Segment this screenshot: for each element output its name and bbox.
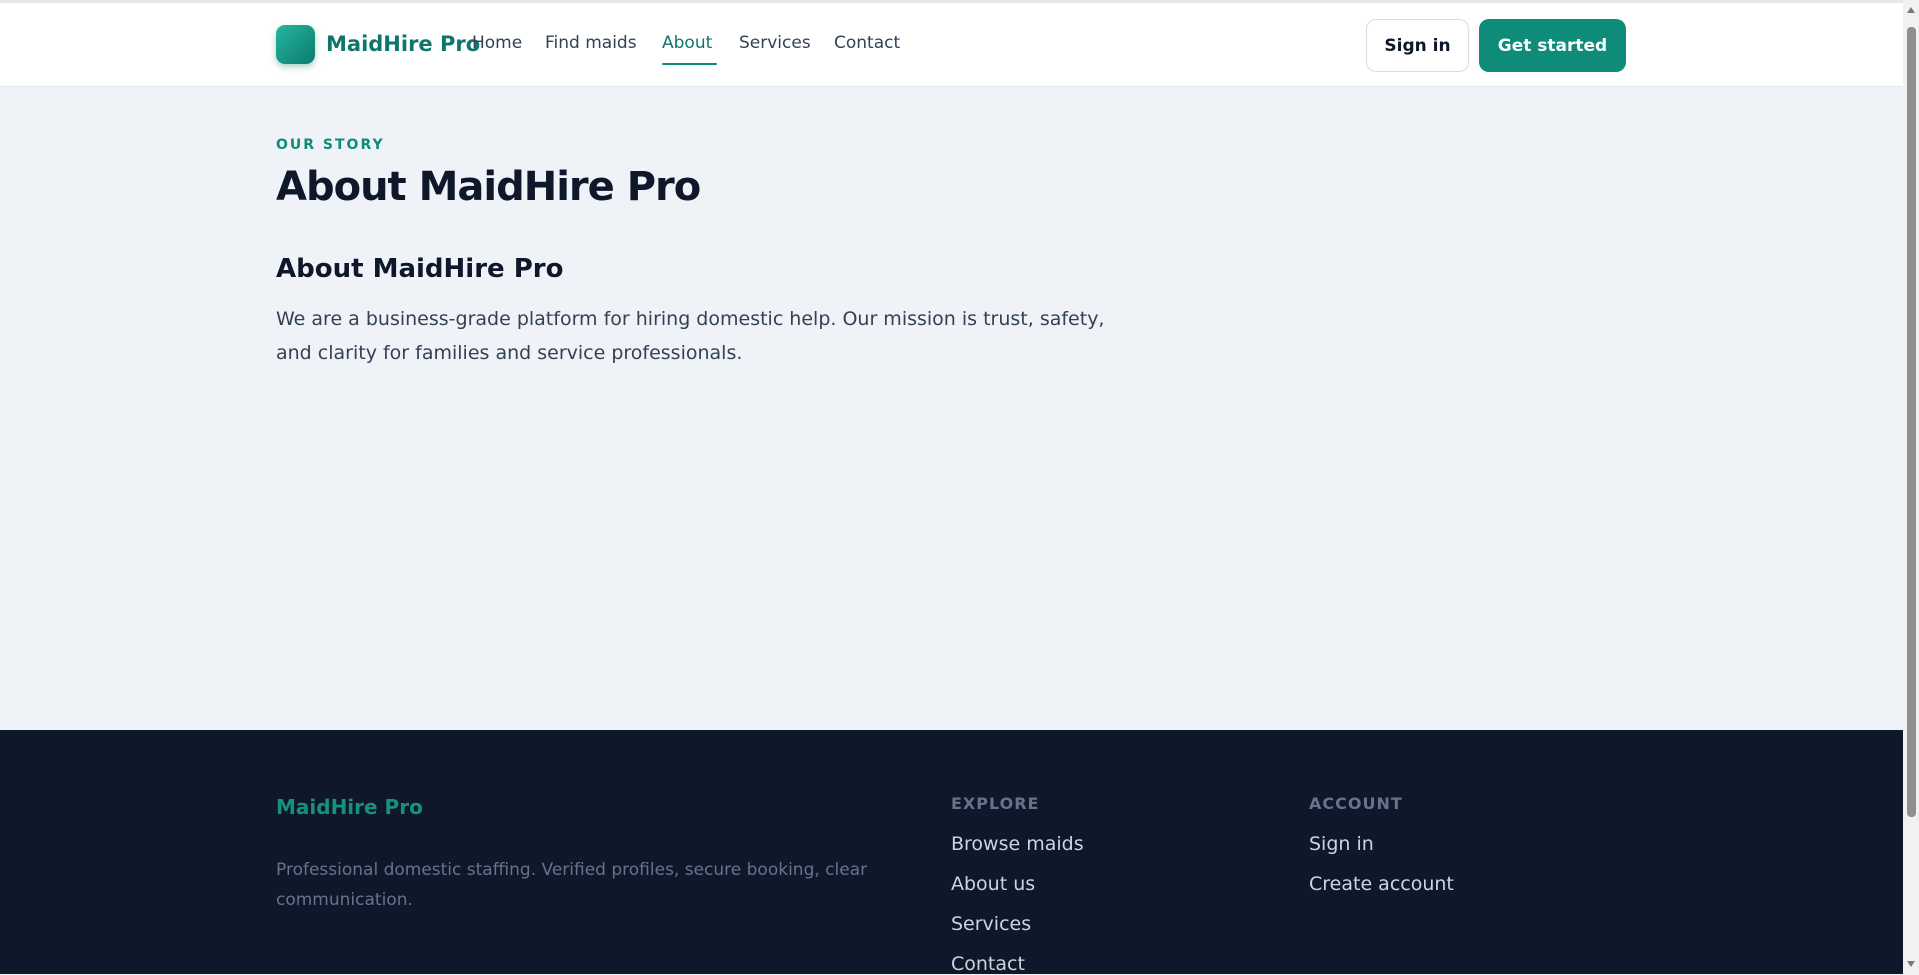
footer-explore-heading: EXPLORE (951, 794, 1040, 813)
page-title: About MaidHire Pro (276, 164, 701, 210)
nav-about[interactable]: About (662, 33, 712, 53)
section-title: About MaidHire Pro (276, 254, 564, 284)
footer-link-about-us[interactable]: About us (951, 873, 1035, 895)
brand-logo-text[interactable]: MaidHire Pro (326, 32, 480, 56)
about-description: We are a business-grade platform for hir… (276, 308, 1105, 364)
sign-in-button[interactable]: Sign in (1366, 19, 1469, 72)
footer-brand: MaidHire Pro (276, 795, 423, 819)
nav-find-maids[interactable]: Find maids (545, 33, 637, 53)
logo-icon[interactable] (276, 25, 315, 64)
footer-link-contact[interactable]: Contact (951, 953, 1025, 975)
nav-contact[interactable]: Contact (834, 33, 900, 53)
scrollbar-thumb[interactable] (1907, 27, 1916, 817)
footer-tagline: Professional domestic staffing. Verified… (276, 860, 868, 910)
scroll-down-arrow-icon[interactable] (1907, 961, 1915, 967)
nav-active-indicator (662, 63, 717, 65)
page-scrollbar[interactable] (1903, 0, 1919, 974)
get-started-button[interactable]: Get started (1479, 19, 1626, 72)
scroll-up-arrow-icon[interactable] (1907, 7, 1915, 13)
section-eyebrow: OUR STORY (276, 137, 385, 153)
footer-link-browse-maids[interactable]: Browse maids (951, 833, 1084, 855)
site-header: MaidHire Pro Home Find maids About Servi… (0, 3, 1903, 87)
footer-link-sign-in[interactable]: Sign in (1309, 833, 1374, 855)
nav-home[interactable]: Home (472, 33, 522, 53)
site-footer: MaidHire Pro Professional domestic staff… (0, 730, 1903, 975)
nav-services[interactable]: Services (739, 33, 811, 53)
footer-link-create-account[interactable]: Create account (1309, 873, 1454, 895)
footer-link-services[interactable]: Services (951, 913, 1031, 935)
footer-account-heading: ACCOUNT (1309, 794, 1403, 813)
